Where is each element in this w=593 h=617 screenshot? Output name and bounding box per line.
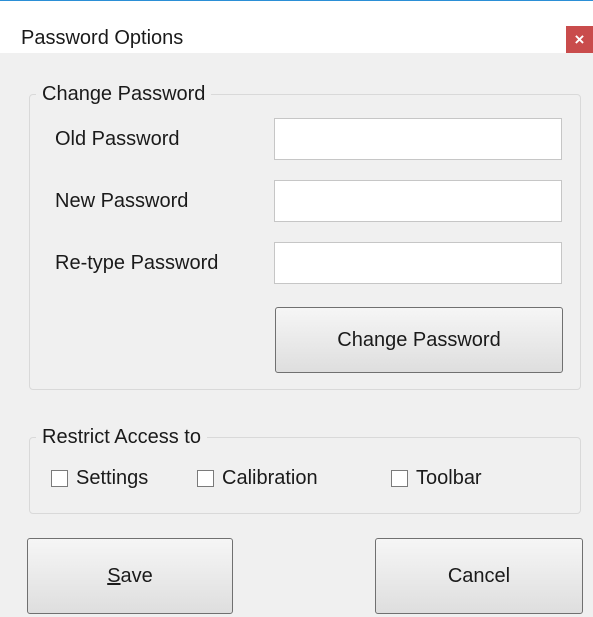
retype-password-label: Re-type Password xyxy=(55,252,219,274)
cancel-button[interactable]: Cancel xyxy=(375,538,583,614)
save-mnemonic: S xyxy=(107,564,121,587)
dialog-body: Change Password Old Password New Passwor… xyxy=(0,53,593,617)
old-password-input[interactable] xyxy=(274,118,562,160)
close-button[interactable]: × xyxy=(566,26,593,53)
settings-checkbox-box[interactable] xyxy=(51,470,68,487)
settings-checkbox[interactable]: Settings xyxy=(51,467,148,490)
change-password-button[interactable]: Change Password xyxy=(275,307,563,373)
change-password-legend: Change Password xyxy=(42,83,206,105)
new-password-input[interactable] xyxy=(274,180,562,222)
old-password-label: Old Password xyxy=(55,128,180,150)
change-password-button-label: Change Password xyxy=(337,328,501,351)
toolbar-checkbox-label: Toolbar xyxy=(416,467,482,489)
restrict-access-legend: Restrict Access to xyxy=(42,426,201,448)
settings-checkbox-label: Settings xyxy=(76,467,149,489)
password-options-dialog: Password Options × Change Password Old P… xyxy=(0,0,593,617)
save-button-label: Save xyxy=(107,565,153,588)
save-button[interactable]: Save xyxy=(27,538,233,614)
window-title: Password Options xyxy=(21,27,184,49)
calibration-checkbox[interactable]: Calibration xyxy=(197,467,318,490)
cancel-button-label: Cancel xyxy=(447,564,511,587)
calibration-checkbox-box[interactable] xyxy=(197,470,214,487)
toolbar-checkbox-box[interactable] xyxy=(391,470,408,487)
new-password-label: New Password xyxy=(55,190,189,212)
toolbar-checkbox[interactable]: Toolbar xyxy=(391,467,482,490)
title-bar: Password Options × xyxy=(0,1,593,53)
close-icon: × xyxy=(574,30,585,49)
calibration-checkbox-label: Calibration xyxy=(222,467,318,489)
retype-password-input[interactable] xyxy=(274,242,562,284)
save-label-rest: ave xyxy=(120,564,153,587)
